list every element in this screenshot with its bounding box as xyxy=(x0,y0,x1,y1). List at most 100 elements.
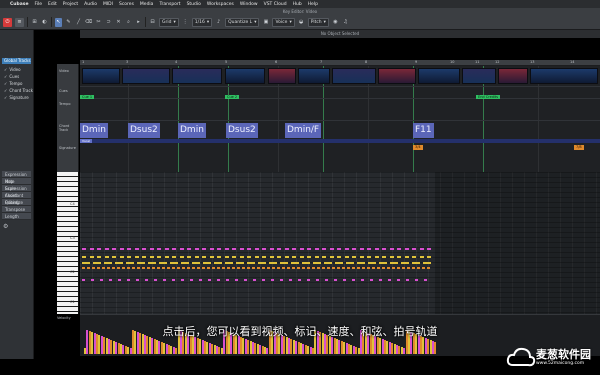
midi-note[interactable] xyxy=(325,279,328,281)
midi-note[interactable] xyxy=(117,267,120,269)
midi-note[interactable] xyxy=(335,262,343,264)
section-chord-editing[interactable]: Chord Editing xyxy=(2,192,31,205)
midi-note[interactable] xyxy=(137,262,145,264)
pitch-select[interactable]: Pitch ▾ xyxy=(307,17,329,27)
midi-note[interactable] xyxy=(199,279,202,281)
midi-note[interactable] xyxy=(92,267,95,269)
midi-note[interactable] xyxy=(361,279,364,281)
midi-note[interactable] xyxy=(225,262,233,264)
midi-note[interactable] xyxy=(197,267,200,269)
global-track-video[interactable]: ✓ Video xyxy=(0,66,33,73)
midi-note[interactable] xyxy=(282,267,285,269)
midi-note[interactable] xyxy=(127,248,131,250)
note-display[interactable] xyxy=(80,172,600,314)
midi-note[interactable] xyxy=(142,267,145,269)
midi-note[interactable] xyxy=(149,248,154,250)
midi-note[interactable] xyxy=(122,267,125,269)
video-lane[interactable] xyxy=(80,66,600,87)
chord-event[interactable]: F11 xyxy=(413,123,434,138)
midi-note[interactable] xyxy=(209,248,214,250)
midi-note[interactable] xyxy=(145,279,148,281)
midi-note[interactable] xyxy=(337,256,341,258)
midi-note[interactable] xyxy=(412,262,420,264)
section-expression-map[interactable]: Expression Map xyxy=(2,171,31,184)
midi-note[interactable] xyxy=(407,267,410,269)
midi-note[interactable] xyxy=(82,267,85,269)
midi-note[interactable] xyxy=(298,279,301,281)
midi-note[interactable] xyxy=(307,267,310,269)
midi-note[interactable] xyxy=(247,262,255,264)
midi-note[interactable] xyxy=(367,248,371,250)
midi-note[interactable] xyxy=(370,279,373,281)
midi-note[interactable] xyxy=(187,256,191,258)
midi-note[interactable] xyxy=(247,248,251,250)
midi-note[interactable] xyxy=(112,256,116,258)
midi-note[interactable] xyxy=(342,267,345,269)
midi-note[interactable] xyxy=(277,248,281,250)
midi-note[interactable] xyxy=(427,256,431,258)
midi-note[interactable] xyxy=(187,267,190,269)
midi-note[interactable] xyxy=(109,279,112,281)
midi-note[interactable] xyxy=(132,267,135,269)
midi-note[interactable] xyxy=(179,248,184,250)
midi-note[interactable] xyxy=(424,279,427,281)
midi-note[interactable] xyxy=(126,262,134,264)
midi-note[interactable] xyxy=(292,267,295,269)
midi-note[interactable] xyxy=(352,248,356,250)
midi-note[interactable] xyxy=(172,256,176,258)
midi-note[interactable] xyxy=(93,262,101,264)
midi-note[interactable] xyxy=(406,279,409,281)
snap-icon[interactable]: ⊟ xyxy=(149,18,156,27)
midi-note[interactable] xyxy=(82,262,90,264)
midi-note[interactable] xyxy=(104,262,112,264)
midi-note[interactable] xyxy=(329,256,334,258)
midi-note[interactable] xyxy=(89,248,94,250)
midi-note[interactable] xyxy=(224,256,229,258)
midi-note[interactable] xyxy=(357,262,365,264)
midi-note[interactable] xyxy=(287,267,290,269)
midi-note[interactable] xyxy=(163,279,166,281)
midi-note[interactable] xyxy=(422,267,425,269)
erase-tool-icon[interactable]: ⌫ xyxy=(85,18,92,27)
midi-note[interactable] xyxy=(389,248,394,250)
midi-note[interactable] xyxy=(154,279,157,281)
midi-note[interactable] xyxy=(118,279,121,281)
menu-item-project[interactable]: Project xyxy=(63,2,78,7)
quantize-icon[interactable]: ⋮ xyxy=(182,18,189,27)
zoom-tool-icon[interactable]: ⌕ xyxy=(125,18,132,27)
midi-note[interactable] xyxy=(104,256,109,258)
midi-note[interactable] xyxy=(262,279,265,281)
midi-note[interactable] xyxy=(302,267,305,269)
midi-note[interactable] xyxy=(299,248,304,250)
midi-note[interactable] xyxy=(254,256,259,258)
midi-note[interactable] xyxy=(127,267,130,269)
midi-note[interactable] xyxy=(388,279,391,281)
midi-note[interactable] xyxy=(359,256,364,258)
midi-note[interactable] xyxy=(157,248,161,250)
midi-note[interactable] xyxy=(412,256,416,258)
inspector-toggle-button[interactable]: ≡ xyxy=(15,17,24,27)
midi-note[interactable] xyxy=(299,256,304,258)
note-color-icon[interactable]: ♫ xyxy=(342,18,349,27)
midi-note[interactable] xyxy=(329,248,334,250)
midi-note[interactable] xyxy=(267,267,270,269)
midi-note[interactable] xyxy=(202,248,206,250)
menu-item-hub[interactable]: Hub xyxy=(293,2,302,7)
midi-note[interactable] xyxy=(314,248,319,250)
midi-note[interactable] xyxy=(194,248,199,250)
midi-note[interactable] xyxy=(258,262,266,264)
midi-note[interactable] xyxy=(152,267,155,269)
midi-note[interactable] xyxy=(137,267,140,269)
global-track-signature[interactable]: ✓ Signature xyxy=(0,94,33,101)
midi-note[interactable] xyxy=(412,248,416,250)
midi-note[interactable] xyxy=(134,248,139,250)
midi-note[interactable] xyxy=(322,248,326,250)
midi-note[interactable] xyxy=(379,279,382,281)
midi-note[interactable] xyxy=(359,248,364,250)
midi-note[interactable] xyxy=(254,248,259,250)
midi-note[interactable] xyxy=(368,262,376,264)
info-line-icon[interactable]: ⊞ xyxy=(31,18,38,27)
midi-note[interactable] xyxy=(314,256,319,258)
menu-item-transport[interactable]: Transport xyxy=(159,2,180,7)
iterative-quantize-icon[interactable]: ♪ xyxy=(215,18,222,27)
